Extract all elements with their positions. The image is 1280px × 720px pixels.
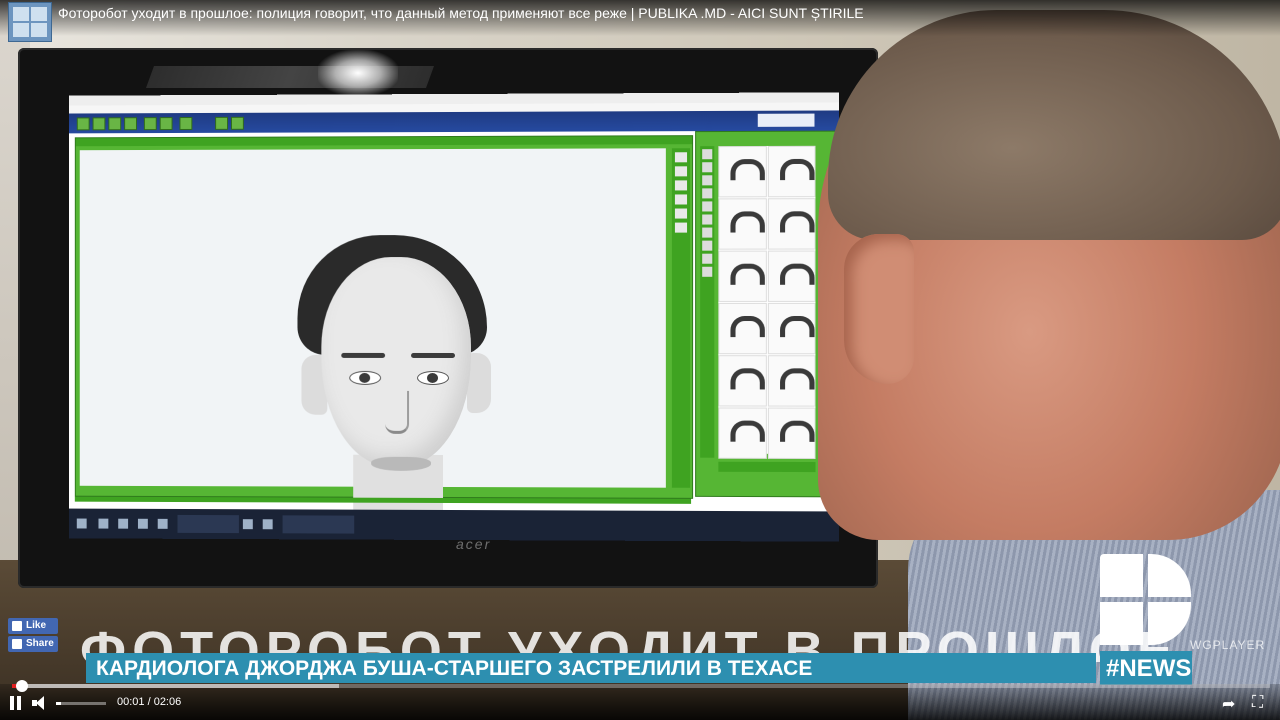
hairstyle-grid [718,146,815,454]
pause-icon[interactable] [10,696,22,710]
facebook-share-button[interactable]: Share [8,636,58,652]
hairstyle-thumbnail [718,355,766,406]
facebook-like-button[interactable]: Like [8,618,58,634]
volume-icon[interactable] [32,695,48,711]
news-tag-label: #NEWS [1106,655,1191,683]
windows-taskbar [69,509,839,542]
video-frame[interactable]: acer [0,0,1280,720]
news-tag: #NEWS [1100,651,1192,685]
progress-buffer [12,684,339,688]
operator-ear [844,234,914,384]
feature-category-strip [700,146,714,458]
taskbar-item [178,515,239,533]
monitor-screen [69,92,839,541]
player-controls: 00:01 / 02:06 ➦ ⛶ [0,684,1280,720]
thumbs-up-icon [12,621,22,631]
tool-icon [675,152,687,162]
canvas-header [76,136,692,146]
face-lips [371,457,431,471]
hairstyle-thumbnail [718,198,766,249]
store-icon [243,519,253,529]
search-icon [98,519,108,529]
tool-icon [108,117,121,130]
tool-icon [231,117,244,130]
news-ticker: КАРДИОЛОГА ДЖОРДЖА БУША-СТАРШЕГО ЗАСТРЕЛ… [86,653,1096,683]
edge-icon [158,519,168,529]
face-eyebrow-left [341,353,385,358]
publika-logo [1100,554,1192,646]
hairstyle-thumbnail [718,407,766,458]
taskview-icon [118,519,128,529]
channel-thumbnail[interactable] [8,2,52,42]
volume-fill [56,702,61,705]
tool-icon [215,117,228,130]
chrome-icon [138,519,148,529]
share-icon[interactable]: ➦ [1222,694,1235,714]
category-icon [702,241,712,251]
volume-slider[interactable] [56,702,106,705]
tool-icon [675,166,687,176]
composite-face [294,235,494,541]
category-icon [702,228,712,238]
tool-icon [675,180,687,190]
composite-canvas-panel [75,135,693,499]
category-icon [702,149,712,159]
light-glare [318,50,398,96]
composite-canvas [80,148,666,487]
like-label: Like [26,620,46,631]
category-icon [702,201,712,211]
progress-handle[interactable] [16,680,28,692]
tool-icon [675,209,687,219]
category-icon [702,175,712,185]
face-nose [385,391,409,434]
app-toolbar [69,110,839,133]
video-title[interactable]: Фоторобот уходит в прошлое: полиция гово… [58,5,864,21]
tool-icon [675,194,687,204]
category-icon [702,162,712,172]
progress-bar[interactable] [12,684,1270,688]
category-icon [702,214,712,224]
face-eyebrow-right [411,353,455,358]
hairstyle-thumbnail [718,303,766,354]
tool-icon [77,117,90,130]
category-icon [702,254,712,264]
time-display: 00:01 / 02:06 [117,696,181,708]
category-icon [702,188,712,198]
mail-icon [263,519,273,529]
taskbar-item [283,515,355,533]
faces-app-logo [758,114,815,127]
tool-icon [160,117,173,130]
operator-hair [828,10,1280,240]
category-icon [702,267,712,277]
tool-icon [144,117,157,130]
windows-start-icon [77,519,87,529]
ticker-text: КАРДИОЛОГА ДЖОРДЖА БУША-СТАРШЕГО ЗАСТРЕЛ… [96,657,812,681]
player-brand: WGPLAYER [1190,638,1265,652]
hairstyle-thumbnail [718,251,766,302]
face-eye-right [417,371,449,385]
tool-icon [124,117,137,130]
tool-icon [179,117,192,130]
facebook-icon [12,639,22,649]
fullscreen-icon[interactable]: ⛶ [1252,694,1263,712]
canvas-toolstrip [672,148,690,488]
tool-icon [675,223,687,233]
hairstyle-thumbnail [718,146,766,197]
share-label: Share [26,638,54,649]
library-pager [718,462,815,472]
video-title-bar: Фоторобот уходит в прошлое: полиция гово… [0,0,1280,36]
tool-icon [93,117,106,130]
face-eye-left [349,371,381,385]
face-skin [321,257,471,467]
